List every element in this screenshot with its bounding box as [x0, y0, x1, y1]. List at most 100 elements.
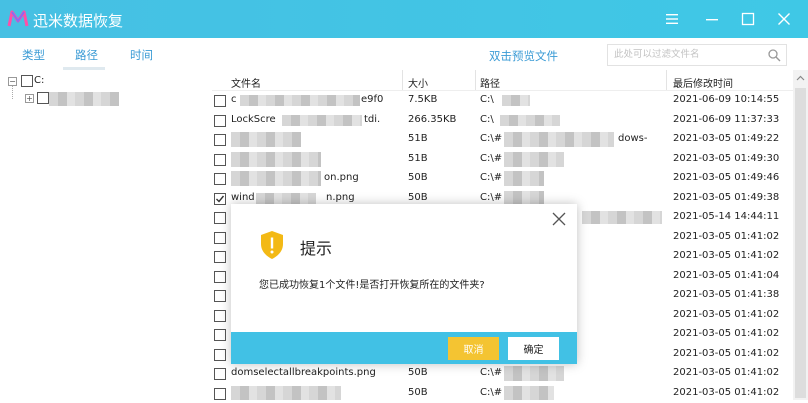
row-checkbox[interactable] [214, 154, 226, 166]
row-checkbox[interactable] [214, 310, 226, 322]
row-checkbox[interactable] [214, 115, 226, 127]
row-checkbox[interactable] [214, 349, 226, 361]
blurred-text [504, 386, 554, 400]
file-path: C:\# [480, 367, 502, 378]
close-button[interactable] [773, 9, 795, 29]
file-modified: 2021-03-05 01:49:30 [673, 153, 779, 164]
file-modified: 2021-06-09 10:14:55 [673, 94, 779, 105]
tree-child-checkbox[interactable] [37, 92, 49, 104]
row-checkbox[interactable] [214, 173, 226, 185]
column-path[interactable]: 路径 [480, 75, 500, 90]
maximize-button[interactable] [737, 9, 759, 29]
file-modified: 2021-05-14 14:44:11 [673, 211, 779, 222]
file-name: domselectallbreakpoints.png [231, 367, 376, 378]
row-checkbox[interactable] [214, 212, 226, 224]
table-row[interactable]: LockScre tdi. 266.35KB C:\ 2021-06-09 11… [212, 111, 793, 131]
search-icon[interactable] [767, 48, 781, 62]
row-checkbox[interactable] [214, 329, 226, 341]
file-path: C:\# [480, 153, 502, 164]
file-modified: 2021-03-05 01:41:04 [673, 270, 779, 281]
menu-icon [665, 12, 679, 26]
confirm-button[interactable]: 确定 [508, 337, 559, 360]
row-checkbox[interactable] [214, 251, 226, 263]
app-title: 迅米数据恢复 [33, 10, 123, 31]
blurred-text [504, 171, 544, 186]
file-modified: 2021-03-05 01:41:02 [673, 231, 779, 242]
file-path: C:\# [480, 387, 502, 398]
close-icon [777, 12, 791, 26]
minimize-button[interactable] [701, 9, 723, 29]
cancel-button[interactable]: 取消 [448, 337, 499, 360]
table-row[interactable]: 50B C:\# 2021-03-05 01:41:02 [212, 384, 793, 403]
filter-search-box[interactable] [607, 44, 787, 66]
file-modified: 2021-03-05 01:49:46 [673, 172, 779, 183]
file-modified: 2021-03-05 01:49:38 [673, 192, 779, 203]
folder-tree: − C: + [0, 70, 212, 400]
blurred-text [500, 115, 560, 126]
column-divider [666, 70, 667, 90]
column-divider [475, 70, 476, 90]
row-checkbox[interactable] [214, 290, 226, 302]
file-name: LockScre [231, 114, 276, 125]
menu-button[interactable] [661, 9, 683, 29]
table-row[interactable]: 51B C:\# 2021-03-05 01:49:30 [212, 150, 793, 170]
column-modified[interactable]: 最后修改时间 [673, 75, 733, 90]
scroll-up-icon[interactable] [796, 74, 805, 83]
row-checkbox[interactable] [214, 134, 226, 146]
file-modified: 2021-03-05 01:49:22 [673, 133, 779, 144]
column-size[interactable]: 大小 [408, 75, 428, 90]
filter-input[interactable] [608, 45, 770, 63]
tree-root-checkbox[interactable] [21, 75, 33, 87]
file-path: C:\# [480, 192, 502, 203]
scrollbar-thumb[interactable] [795, 88, 806, 398]
file-path: C:\ [480, 94, 494, 105]
blurred-text [231, 132, 301, 147]
table-row[interactable]: c e9f0 7.5KB C:\ 2021-06-09 10:14:55 [212, 91, 793, 111]
file-modified: 2021-03-05 01:41:02 [673, 387, 779, 398]
file-name-tail: n.png [326, 192, 355, 203]
file-list-header: 文件名 大小 路径 最后修改时间 [212, 70, 793, 91]
file-modified: 2021-03-05 01:41:02 [673, 348, 779, 359]
blurred-text [231, 152, 321, 167]
file-modified: 2021-03-05 01:41:38 [673, 289, 779, 300]
tab-path[interactable]: 路径 [75, 47, 98, 63]
tab-time[interactable]: 时间 [130, 47, 153, 63]
file-modified: 2021-03-05 01:41:02 [673, 328, 779, 339]
file-size: 7.5KB [408, 94, 437, 105]
tree-collapse-toggle[interactable]: − [8, 77, 17, 86]
column-name[interactable]: 文件名 [231, 75, 261, 90]
table-row[interactable]: on.png 50B C:\# 2021-03-05 01:49:46 [212, 169, 793, 189]
row-checkbox[interactable] [214, 271, 226, 283]
file-path: C:\ [480, 114, 494, 125]
tab-type[interactable]: 类型 [22, 47, 45, 63]
file-modified: 2021-03-05 01:41:02 [673, 250, 779, 261]
row-checkbox[interactable] [214, 388, 226, 400]
table-row[interactable]: domselectallbreakpoints.png 50B C:\# 202… [212, 364, 793, 384]
file-modified: 2021-03-05 01:41:02 [673, 367, 779, 378]
blurred-folder-name [49, 92, 119, 106]
blurred-text [231, 171, 321, 186]
app-logo-icon [7, 9, 29, 29]
dialog-close-icon[interactable] [550, 210, 568, 228]
vertical-scrollbar[interactable] [793, 70, 808, 400]
tree-expand-toggle[interactable]: + [25, 94, 34, 103]
tree-root-label[interactable]: C: [34, 75, 44, 86]
file-path: C:\# [480, 133, 502, 144]
row-checkbox[interactable] [214, 368, 226, 380]
preview-hint: 双击预览文件 [489, 48, 558, 64]
row-checkbox-checked[interactable] [214, 193, 226, 205]
row-checkbox[interactable] [214, 95, 226, 107]
dialog-title: 提示 [300, 235, 332, 259]
table-row[interactable]: 51B C:\# dows- 2021-03-05 01:49:22 [212, 130, 793, 150]
row-checkbox[interactable] [214, 232, 226, 244]
blurred-text [256, 193, 316, 204]
blurred-text [502, 95, 530, 106]
file-size: 51B [408, 153, 428, 164]
file-path: C:\# [480, 172, 502, 183]
file-name-tail: on.png [324, 172, 359, 183]
recovery-success-dialog: 提示 您已成功恢复1个文件!是否打开恢复所在的文件夹? 取消 确定 [231, 204, 577, 364]
file-size: 51B [408, 133, 428, 144]
file-name-tail: tdi. [364, 114, 380, 125]
file-name: wind [231, 192, 255, 203]
file-size: 50B [408, 367, 428, 378]
